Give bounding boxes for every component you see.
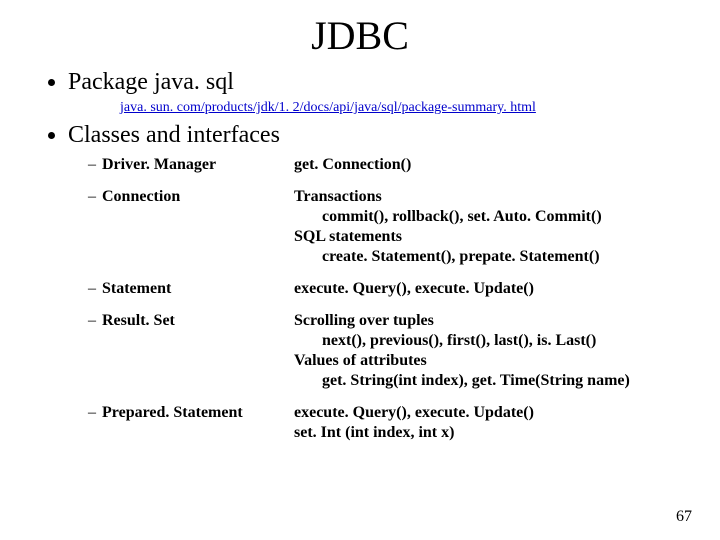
desc-line: execute. Query(), execute. Update(): [294, 403, 680, 423]
bullet-classes: Classes and interfaces: [68, 122, 680, 149]
desc-line: execute. Query(), execute. Update(): [294, 279, 680, 299]
slide: JDBC Package java. sql java. sun. com/pr…: [0, 0, 720, 540]
desc-line: get. Connection(): [294, 155, 680, 175]
list-item: –Statementexecute. Query(), execute. Upd…: [88, 279, 680, 299]
desc-line: Scrolling over tuples: [294, 311, 680, 331]
bullet-list-2: Classes and interfaces: [40, 122, 680, 149]
class-list: –Driver. Managerget. Connection()–Connec…: [88, 155, 680, 443]
desc-line: set. Int (int index, int x): [294, 423, 680, 443]
desc-line: Transactions: [294, 187, 680, 207]
list-item: –Result. SetScrolling over tuplesnext(),…: [88, 311, 680, 391]
list-item: –Driver. Managerget. Connection(): [88, 155, 680, 175]
class-name: Prepared. Statement: [102, 403, 294, 423]
slide-title: JDBC: [40, 12, 680, 59]
bullet-package: Package java. sql: [68, 69, 680, 96]
dash-icon: –: [88, 403, 102, 423]
class-description: Scrolling over tuplesnext(), previous(),…: [294, 311, 680, 391]
page-number: 67: [676, 508, 692, 526]
dash-icon: –: [88, 279, 102, 299]
class-name: Connection: [102, 187, 294, 207]
desc-subline: get. String(int index), get. Time(String…: [294, 371, 680, 391]
list-item: –Prepared. Statementexecute. Query(), ex…: [88, 403, 680, 443]
class-name: Result. Set: [102, 311, 294, 331]
dash-icon: –: [88, 155, 102, 175]
class-name: Statement: [102, 279, 294, 299]
class-description: execute. Query(), execute. Update()set. …: [294, 403, 680, 443]
desc-line: SQL statements: [294, 227, 680, 247]
desc-subline: next(), previous(), first(), last(), is.…: [294, 331, 680, 351]
class-name: Driver. Manager: [102, 155, 294, 175]
bullet-list: Package java. sql: [40, 69, 680, 96]
dash-icon: –: [88, 187, 102, 207]
desc-line: Values of attributes: [294, 351, 680, 371]
dash-icon: –: [88, 311, 102, 331]
class-description: get. Connection(): [294, 155, 680, 175]
class-description: Transactionscommit(), rollback(), set. A…: [294, 187, 680, 267]
list-item: –ConnectionTransactionscommit(), rollbac…: [88, 187, 680, 267]
desc-subline: create. Statement(), prepate. Statement(…: [294, 247, 680, 267]
class-description: execute. Query(), execute. Update(): [294, 279, 680, 299]
package-link[interactable]: java. sun. com/products/jdk/1. 2/docs/ap…: [120, 100, 680, 116]
desc-subline: commit(), rollback(), set. Auto. Commit(…: [294, 207, 680, 227]
